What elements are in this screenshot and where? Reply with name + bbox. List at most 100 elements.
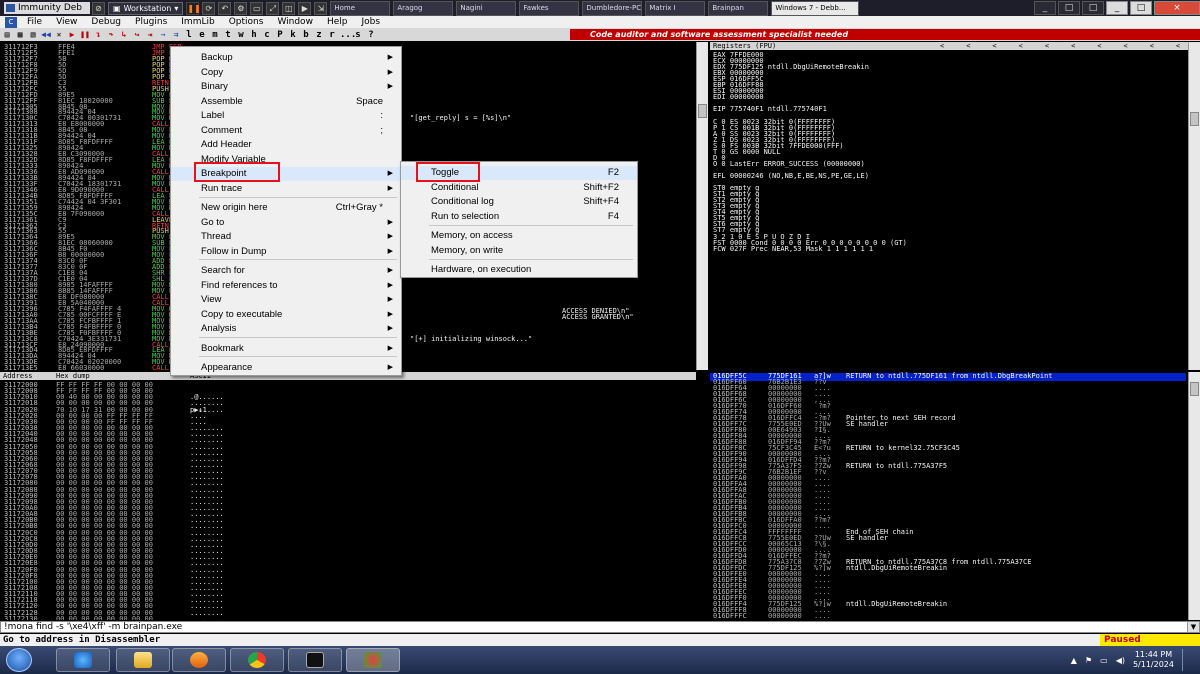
clock[interactable]: 11:44 PM 5/11/2024 <box>1133 650 1174 670</box>
goto-icon[interactable]: → <box>158 30 168 40</box>
register-line[interactable]: EDI 00000000 <box>713 94 764 102</box>
context-item-appearance[interactable]: Appearance ▶ <box>171 361 401 375</box>
toolbar-breakpoints[interactable]: b <box>301 30 311 40</box>
run-icon[interactable]: ▶ <box>67 30 77 40</box>
toolbar-log[interactable]: l <box>184 30 194 40</box>
taskbar-media[interactable] <box>172 648 226 672</box>
start-button[interactable] <box>6 648 32 672</box>
toolbar-windows[interactable]: w <box>236 30 246 40</box>
scroll-thumb[interactable] <box>1190 382 1199 396</box>
context-item-go-to[interactable]: Go to ▶ <box>171 216 401 230</box>
menu-file[interactable]: File <box>20 17 49 27</box>
app-title[interactable]: Immunity Deb <box>4 2 90 14</box>
breakpoint-item-toggle[interactable]: Toggle F2 <box>401 166 637 180</box>
open-icon[interactable]: ▤ <box>2 30 12 40</box>
breakpoint-item-memory-on-access[interactable]: Memory, on access <box>401 229 637 243</box>
restore-button[interactable]: □ <box>1082 1 1104 15</box>
toolbar-references[interactable]: r <box>327 30 337 40</box>
context-item-copy-to-executable[interactable]: Copy to executable ▶ <box>171 308 401 322</box>
dump-row[interactable]: 31172130 00 00 00 00 00 00 00 00........ <box>0 615 696 620</box>
flag-icon[interactable]: ⚑ <box>1085 656 1092 665</box>
context-item-modify-variable[interactable]: Modify Variable <box>171 153 401 167</box>
manage-icon[interactable]: ⚙ <box>234 1 248 15</box>
vm-tab[interactable]: Aragog <box>393 0 454 16</box>
context-item-breakpoint[interactable]: Breakpoint ▶ <box>171 167 401 181</box>
context-item-new-origin-here[interactable]: New origin here Ctrl+Gray * <box>171 201 401 215</box>
context-item-copy[interactable]: Copy ▶ <box>171 66 401 80</box>
close-button[interactable]: × <box>1154 1 1200 15</box>
snapshot-icon[interactable]: ⟳ <box>202 1 216 15</box>
unity-icon[interactable]: ◫ <box>282 1 296 15</box>
context-item-thread[interactable]: Thread ▶ <box>171 230 401 244</box>
register-line[interactable]: EFL 00000246 (NO,NB,E,BE,NS,PE,GE,LE) <box>713 172 869 181</box>
context-item-assemble[interactable]: Assemble Space <box>171 95 401 109</box>
console-icon[interactable]: ▶ <box>298 1 312 15</box>
command-input[interactable]: !mona find -s '\xe4\xff' -m brainpan.exe <box>4 622 182 632</box>
execute-till-return-icon[interactable]: ⇥ <box>145 30 155 40</box>
menu-jobs[interactable]: Jobs <box>354 17 387 27</box>
breakpoint-item-conditional-log[interactable]: Conditional log Shift+F4 <box>401 195 637 209</box>
vm-tab[interactable]: Nagini <box>456 0 517 16</box>
menu-debug[interactable]: Debug <box>84 17 128 27</box>
vm-tab[interactable]: Brainpan <box>708 0 769 16</box>
context-item-view[interactable]: View ▶ <box>171 293 401 307</box>
registers-header-arrows[interactable]: <<<<<<<<<< <box>940 42 1200 50</box>
view-icon[interactable]: ▭ <box>250 1 264 15</box>
vm-tab[interactable]: Matrix I <box>645 0 706 16</box>
register-line[interactable]: FCW 027F Prec NEAR,53 Mask 1 1 1 1 1 1 <box>713 245 873 254</box>
memory-dump-pane[interactable]: Address Hex dump ASCII 31172000 FF FF FF … <box>0 372 708 620</box>
scroll-thumb[interactable] <box>1190 112 1199 126</box>
vm-tab[interactable]: Home <box>330 0 391 16</box>
menu-immlib[interactable]: ImmLib <box>174 17 221 27</box>
show-desktop-button[interactable] <box>1182 649 1192 671</box>
network-icon[interactable]: ▭ <box>1100 656 1108 665</box>
step-over-icon[interactable]: ↷ <box>106 30 116 40</box>
vm-tab-active[interactable]: Windows 7 - Debb... <box>771 0 860 16</box>
menu-window[interactable]: Window <box>270 17 320 27</box>
context-item-add-header[interactable]: Add Header <box>171 138 401 152</box>
pause-icon[interactable]: ❚❚ <box>186 1 201 15</box>
toolbar-modules[interactable]: e <box>197 30 207 40</box>
taskbar-chrome[interactable] <box>230 648 284 672</box>
stack-scrollbar[interactable] <box>1188 372 1200 620</box>
register-line[interactable]: EIP 775740F1 ntdll.775740F1 <box>713 106 827 114</box>
toolbar-patches[interactable]: P <box>275 30 285 40</box>
tray-arrow-icon[interactable]: ▲ <box>1071 656 1077 665</box>
follow-icon[interactable]: ⇉ <box>171 30 181 40</box>
context-item-follow-in-dump[interactable]: Follow in Dump ▶ <box>171 245 401 259</box>
scroll-thumb[interactable] <box>698 104 707 118</box>
rewind-icon[interactable]: ◀◀ <box>41 30 51 40</box>
context-item-label[interactable]: Label: <box>171 109 401 123</box>
restart-icon[interactable]: ▦ <box>15 30 25 40</box>
menu-help[interactable]: Help <box>320 17 355 27</box>
context-item-search-for[interactable]: Search for ▶ <box>171 264 401 278</box>
taskbar-immunity[interactable] <box>346 648 400 672</box>
toolbar-cpu[interactable]: c <box>262 30 272 40</box>
toolbar-threads[interactable]: t <box>223 30 233 40</box>
vm-tab[interactable]: Fawkes <box>519 0 580 16</box>
breakpoint-item-conditional[interactable]: Conditional Shift+F2 <box>401 181 637 195</box>
context-item-comment[interactable]: Comment; <box>171 124 401 138</box>
toolbar-source[interactable]: s <box>353 30 363 40</box>
taskbar-explorer[interactable] <box>116 648 170 672</box>
pause-debug-icon[interactable]: ❚❚ <box>80 30 90 40</box>
step-into-icon[interactable]: ↴ <box>93 30 103 40</box>
fullscreen-icon[interactable]: ⤢ <box>266 1 280 15</box>
vm-tab[interactable]: Dumbledore-PC <box>582 0 643 16</box>
context-item-bookmark[interactable]: Bookmark ▶ <box>171 342 401 356</box>
breakpoint-item-run-to-selection[interactable]: Run to selection F4 <box>401 210 637 224</box>
context-item-find-references-to[interactable]: Find references to ▶ <box>171 279 401 293</box>
register-line[interactable]: O 0 LastErr ERROR_SUCCESS (00000000) <box>713 160 865 169</box>
maximize-button[interactable]: □ <box>1058 1 1080 15</box>
revert-icon[interactable]: ↶ <box>218 1 232 15</box>
stop-icon[interactable]: ✕ <box>54 30 64 40</box>
breakpoint-item-memory-on-write[interactable]: Memory, on write <box>401 244 637 258</box>
toolbar-more[interactable]: ... <box>340 30 356 40</box>
menu-view[interactable]: View <box>49 17 84 27</box>
stack-pane[interactable]: 016DFF5C 775DF161 a?]w RETURN to ntdll.775D… <box>710 372 1200 620</box>
menu-options[interactable]: Options <box>222 17 271 27</box>
registers-scrollbar[interactable] <box>1188 42 1200 370</box>
volume-icon[interactable]: ◀) <box>1116 656 1125 665</box>
toolbar-help[interactable]: ? <box>366 30 376 40</box>
trace-over-icon[interactable]: ↪ <box>132 30 142 40</box>
